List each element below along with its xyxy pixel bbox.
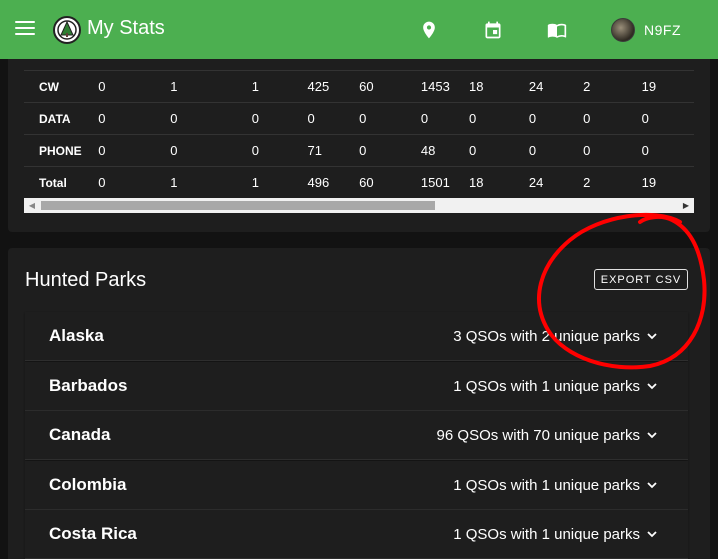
table-cell: 48 xyxy=(420,134,470,167)
table-cell: 2 xyxy=(583,166,642,199)
table-cell: 18 xyxy=(469,166,529,199)
park-region-panel[interactable]: Alaska 3 QSOs with 2 unique parks xyxy=(25,312,688,361)
table-row: Total 0 1 1 496 60 1501 18 24 2 19 xyxy=(24,166,694,199)
table-cell: 0 xyxy=(359,134,421,167)
table-cell: 0 xyxy=(528,134,584,167)
row-label: Total xyxy=(24,166,99,199)
table-row: PHONE 0 0 0 71 0 48 0 0 0 0 xyxy=(24,134,694,167)
park-region-panel[interactable]: Costa Rica 1 QSOs with 1 unique parks xyxy=(25,510,688,559)
park-region-panel[interactable]: Canada 96 QSOs with 70 unique parks xyxy=(25,411,688,460)
table-cell: 0 xyxy=(528,102,584,135)
region-summary: 1 QSOs with 1 unique parks xyxy=(453,476,640,494)
table-cell: 1501 xyxy=(420,166,470,199)
stats-table-card: CW 0 1 1 425 60 1453 18 24 2 19 DATA 0 0 0 0 0 0 0 0 0 0 PHONE… xyxy=(8,59,710,232)
book-icon[interactable] xyxy=(547,20,567,40)
calendar-icon[interactable] xyxy=(483,20,503,40)
table-cell: 0 xyxy=(251,134,308,167)
table-cell: 0 xyxy=(170,134,252,167)
table-cell: 0 xyxy=(98,134,171,167)
table-cell: 1 xyxy=(251,70,308,103)
table-cell: 24 xyxy=(528,70,584,103)
row-label: DATA xyxy=(24,102,99,135)
horizontal-scrollbar[interactable]: ◀ ▶ xyxy=(24,198,694,213)
table-cell: 18 xyxy=(469,70,529,103)
table-cell: 0 xyxy=(583,134,642,167)
table-cell: 60 xyxy=(359,166,421,199)
table-cell: 71 xyxy=(307,134,360,167)
scroll-thumb[interactable] xyxy=(41,201,435,210)
chevron-down-icon[interactable] xyxy=(646,380,658,392)
table-cell: 0 xyxy=(359,102,421,135)
scroll-left-icon[interactable]: ◀ xyxy=(24,198,40,213)
table-cell: 19 xyxy=(641,70,694,103)
table-row: CW 0 1 1 425 60 1453 18 24 2 19 xyxy=(24,70,694,103)
region-summary: 1 QSOs with 1 unique parks xyxy=(453,526,640,543)
export-csv-button[interactable]: EXPORT CSV xyxy=(594,269,688,290)
park-region-panel[interactable]: Barbados 1 QSOs with 1 unique parks xyxy=(25,361,688,411)
park-region-panel[interactable]: Colombia 1 QSOs with 1 unique parks xyxy=(25,460,688,510)
table-cell: 60 xyxy=(359,70,421,103)
table-cell: 1453 xyxy=(420,70,470,103)
table-cell: 1 xyxy=(170,70,252,103)
table-cell: 1 xyxy=(170,166,252,199)
table-cell: 0 xyxy=(641,102,694,135)
table-cell: 0 xyxy=(583,102,642,135)
chevron-down-icon[interactable] xyxy=(646,429,658,441)
table-cell: 0 xyxy=(98,166,171,199)
table-cell: 0 xyxy=(170,102,252,135)
chevron-down-icon[interactable] xyxy=(646,330,658,342)
scroll-right-icon[interactable]: ▶ xyxy=(678,198,694,213)
table-cell: 0 xyxy=(98,102,171,135)
app-bar: My Stats N9FZ xyxy=(0,0,718,59)
table-cell: 425 xyxy=(307,70,360,103)
table-cell: 2 xyxy=(583,70,642,103)
table-row: DATA 0 0 0 0 0 0 0 0 0 0 xyxy=(24,102,694,135)
region-name: Alaska xyxy=(49,326,104,345)
region-name: Canada xyxy=(49,425,111,444)
region-summary: 3 QSOs with 2 unique parks xyxy=(453,328,640,345)
table-cell: 0 xyxy=(469,134,529,167)
table-cell: 1 xyxy=(251,166,308,199)
row-label: CW xyxy=(24,70,99,103)
stats-table: CW 0 1 1 425 60 1453 18 24 2 19 DATA 0 0 0 0 0 0 0 0 0 0 PHONE… xyxy=(24,70,694,199)
app-logo xyxy=(53,16,81,44)
row-label: PHONE xyxy=(24,134,99,167)
hunted-parks-card: Hunted Parks EXPORT CSV Alaska 3 QSOs wit… xyxy=(8,248,710,559)
app-title: My Stats xyxy=(87,17,165,39)
menu-icon[interactable] xyxy=(15,21,35,37)
location-pin-icon[interactable] xyxy=(419,20,439,40)
table-cell: 496 xyxy=(307,166,360,199)
region-summary: 1 QSOs with 1 unique parks xyxy=(453,377,640,395)
table-cell: 0 xyxy=(641,134,694,167)
chevron-down-icon[interactable] xyxy=(646,479,658,491)
region-name: Colombia xyxy=(49,474,127,494)
section-title: Hunted Parks xyxy=(25,269,147,291)
table-cell: 0 xyxy=(251,102,308,135)
region-name: Costa Rica xyxy=(49,524,137,543)
table-cell: 0 xyxy=(307,102,360,135)
avatar[interactable] xyxy=(611,18,635,42)
table-cell: 0 xyxy=(420,102,470,135)
callsign[interactable]: N9FZ xyxy=(644,22,681,38)
table-cell: 24 xyxy=(528,166,584,199)
region-name: Barbados xyxy=(49,375,128,395)
table-cell: 19 xyxy=(641,166,694,199)
chevron-down-icon[interactable] xyxy=(646,528,658,540)
table-cell: 0 xyxy=(469,102,529,135)
table-cell: 0 xyxy=(98,70,171,103)
region-summary: 96 QSOs with 70 unique parks xyxy=(436,427,640,444)
